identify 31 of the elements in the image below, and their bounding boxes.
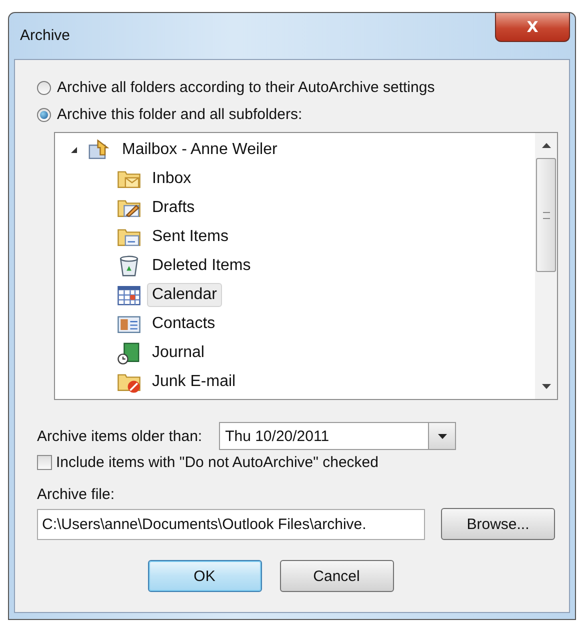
dropdown-arrow-icon: [438, 434, 447, 438]
checkbox-label: Include items with "Do not AutoArchive" checked: [56, 454, 378, 471]
window-title: Archive: [20, 27, 70, 44]
radio-label: Archive this folder and all subfolders:: [57, 106, 302, 123]
tree-item[interactable]: Mailbox - Anne Weiler: [117, 138, 282, 162]
tree-item[interactable]: Sent Items: [147, 224, 234, 248]
checkbox[interactable]: [37, 455, 52, 470]
radio-button[interactable]: [37, 80, 51, 94]
radio-label: Archive all folders according to their AutoArchive settings: [57, 79, 435, 96]
browse-button[interactable]: Browse...: [441, 508, 555, 540]
date-dropdown[interactable]: Thu 10/20/2011: [219, 422, 456, 450]
tree-item[interactable]: Drafts: [147, 196, 200, 220]
scroll-down-icon[interactable]: [542, 384, 550, 389]
tree-item[interactable]: Contacts: [147, 312, 220, 336]
mailbox-icon: [87, 138, 111, 162]
file-path-field[interactable]: C:\Users\anne\Documents\Outlook Files\archive.: [37, 508, 425, 540]
radio-button[interactable]: [37, 108, 51, 122]
tree-item[interactable]: Calendar: [147, 282, 222, 306]
trash-can-icon: [117, 254, 141, 278]
journal-book-icon: [117, 340, 141, 364]
tree-item[interactable]: Journal: [147, 340, 210, 364]
field-label: Archive items older than:: [37, 428, 202, 444]
field-label: Archive file:: [37, 486, 116, 503]
tree-item[interactable]: Junk E-mail: [147, 370, 241, 394]
tree-item[interactable]: Inbox: [147, 166, 196, 190]
scrollbar[interactable]: [535, 133, 557, 399]
close-button[interactable]: X: [495, 13, 570, 42]
tree-item[interactable]: Deleted Items: [147, 254, 256, 278]
scroll-up-icon[interactable]: [542, 143, 550, 148]
cancel-button[interactable]: Cancel: [280, 560, 394, 592]
ok-button[interactable]: OK: [148, 560, 262, 592]
